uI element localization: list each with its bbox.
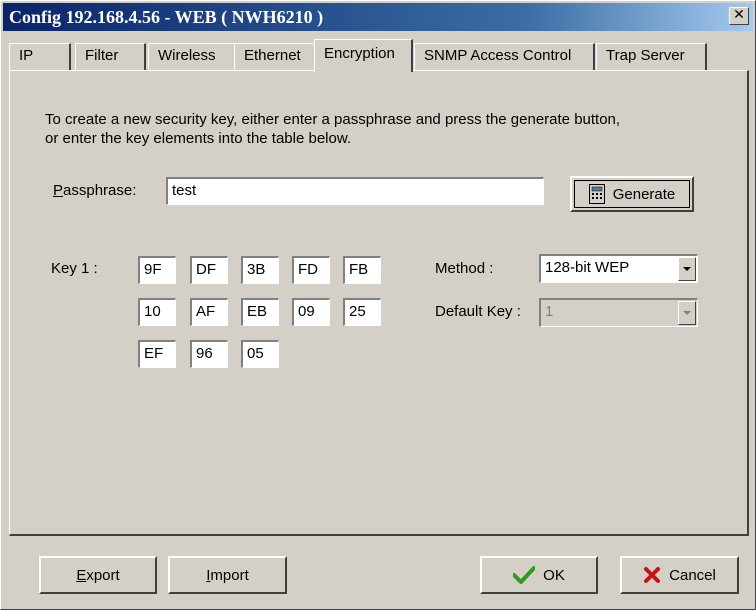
ok-button[interactable]: OK bbox=[480, 556, 598, 594]
key-byte-8[interactable]: EB bbox=[241, 298, 279, 326]
tab-strip: IP Filter Wireless Ethernet Encryption S… bbox=[9, 39, 749, 72]
default-key-label: Default Key : bbox=[435, 303, 521, 320]
method-select[interactable]: 128-bit WEP bbox=[539, 254, 698, 283]
tab-label: IP bbox=[19, 47, 34, 64]
key-1-label: Key 1 : bbox=[51, 260, 98, 277]
key-byte-6[interactable]: 10 bbox=[138, 298, 176, 326]
tab-filter[interactable]: Filter bbox=[75, 43, 146, 71]
x-icon bbox=[644, 567, 661, 583]
cancel-button[interactable]: Cancel bbox=[620, 556, 739, 594]
method-value: 128-bit WEP bbox=[545, 259, 630, 276]
chevron-down-icon bbox=[678, 301, 696, 325]
key-byte-11[interactable]: EF bbox=[138, 340, 176, 368]
window-title: Config 192.168.4.56 - WEB ( NWH6210 ) bbox=[9, 7, 324, 27]
import-label: Import bbox=[206, 566, 249, 584]
method-label: Method : bbox=[435, 260, 494, 277]
export-button[interactable]: Export bbox=[39, 556, 157, 594]
passphrase-label: Passphrase: bbox=[53, 182, 137, 199]
tab-trap-server[interactable]: Trap Server bbox=[596, 43, 707, 71]
key-byte-9[interactable]: 09 bbox=[292, 298, 330, 326]
key-byte-12[interactable]: 96 bbox=[190, 340, 228, 368]
key-byte-13[interactable]: 05 bbox=[241, 340, 279, 368]
tab-label: SNMP Access Control bbox=[424, 47, 572, 64]
close-icon: ✕ bbox=[733, 7, 745, 23]
import-button[interactable]: Import bbox=[168, 556, 287, 594]
default-key-select: 1 bbox=[539, 298, 698, 327]
generate-label: Generate bbox=[612, 185, 676, 203]
tab-label: Wireless bbox=[158, 47, 216, 64]
title-bar[interactable]: Config 192.168.4.56 - WEB ( NWH6210 ) ✕ bbox=[3, 3, 753, 31]
key-byte-10[interactable]: 25 bbox=[343, 298, 381, 326]
key-byte-2[interactable]: DF bbox=[190, 256, 228, 284]
chevron-down-icon[interactable] bbox=[678, 257, 696, 281]
calculator-icon bbox=[588, 184, 605, 204]
tab-ip[interactable]: IP bbox=[9, 43, 71, 71]
config-dialog: Config 192.168.4.56 - WEB ( NWH6210 ) ✕ … bbox=[0, 0, 756, 610]
key-byte-1[interactable]: 9F bbox=[138, 256, 176, 284]
key-byte-7[interactable]: AF bbox=[190, 298, 228, 326]
tab-label: Encryption bbox=[324, 45, 395, 62]
passphrase-input[interactable]: test bbox=[166, 177, 544, 205]
ok-label: OK bbox=[543, 566, 565, 584]
key-byte-4[interactable]: FD bbox=[292, 256, 330, 284]
export-label: Export bbox=[76, 566, 120, 584]
tab-snmp-access-control[interactable]: SNMP Access Control bbox=[414, 43, 595, 71]
close-button[interactable]: ✕ bbox=[729, 7, 749, 25]
tab-encryption[interactable]: Encryption bbox=[314, 39, 413, 72]
generate-button[interactable]: Generate bbox=[570, 176, 694, 212]
checkmark-icon bbox=[513, 566, 536, 584]
instructions-text: To create a new security key, either ent… bbox=[45, 110, 745, 148]
tab-label: Trap Server bbox=[606, 47, 685, 64]
instructions-line-2: or enter the key elements into the table… bbox=[45, 130, 352, 147]
key-byte-3[interactable]: 3B bbox=[241, 256, 279, 284]
key-byte-5[interactable]: FB bbox=[343, 256, 381, 284]
tab-label: Filter bbox=[85, 47, 119, 64]
default-key-value: 1 bbox=[545, 303, 554, 320]
tab-wireless[interactable]: Wireless bbox=[148, 43, 236, 71]
tab-ethernet[interactable]: Ethernet bbox=[234, 43, 317, 71]
cancel-label: Cancel bbox=[669, 566, 716, 584]
instructions-line-1: To create a new security key, either ent… bbox=[45, 111, 621, 128]
tab-label: Ethernet bbox=[244, 47, 301, 64]
